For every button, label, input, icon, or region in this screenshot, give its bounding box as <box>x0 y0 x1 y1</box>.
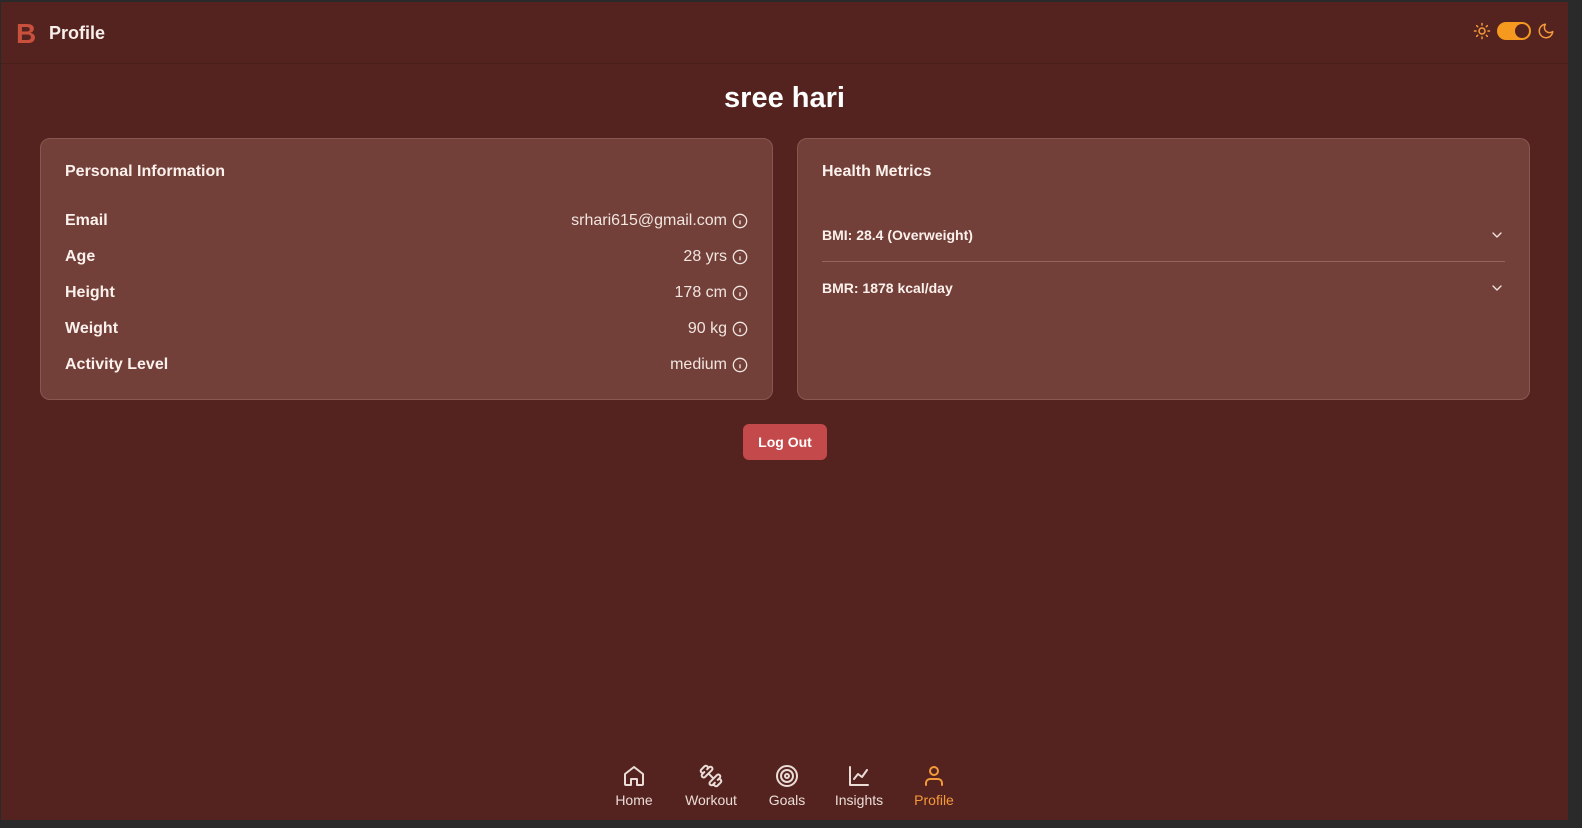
target-icon <box>775 760 799 792</box>
info-label: Email <box>65 212 108 229</box>
info-icon[interactable] <box>732 285 748 301</box>
app-window: B Profile sree hari Personal Information… <box>1 2 1568 820</box>
info-label: Age <box>65 248 96 265</box>
nav-label: Profile <box>914 792 954 808</box>
metric-bmr-accordion[interactable]: BMR: 1878 kcal/day <box>822 262 1505 314</box>
nav-item-home[interactable]: Home <box>599 760 669 816</box>
chart-icon <box>847 760 871 792</box>
theme-toggle[interactable] <box>1497 22 1531 40</box>
theme-toggle-group <box>1473 22 1555 40</box>
user-name: sree hari <box>724 82 845 114</box>
personal-info-card: Personal Information Email srhari615@gma… <box>40 138 773 400</box>
metric-bmi-accordion[interactable]: BMI: 28.4 (Overweight) <box>822 209 1505 261</box>
nav-label: Workout <box>685 792 737 808</box>
metric-label: BMI: 28.4 (Overweight) <box>822 227 973 243</box>
chevron-down-icon <box>1489 227 1505 243</box>
bottom-nav: Home Workout Goals Insights Profile <box>1 760 1568 820</box>
nav-item-workout[interactable]: Workout <box>676 760 746 816</box>
app-logo[interactable]: B <box>16 20 36 48</box>
dumbbell-icon <box>699 760 723 792</box>
chevron-down-icon <box>1489 280 1505 296</box>
info-icon[interactable] <box>732 249 748 265</box>
theme-toggle-knob <box>1515 24 1529 38</box>
nav-item-profile[interactable]: Profile <box>899 760 969 816</box>
info-icon[interactable] <box>732 357 748 373</box>
info-label: Weight <box>65 320 119 337</box>
top-bar: B Profile <box>1 2 1568 64</box>
nav-item-insights[interactable]: Insights <box>824 760 894 816</box>
info-row-email: Email srhari615@gmail.com <box>65 209 748 233</box>
info-row-activity-level: Activity Level medium <box>65 353 748 377</box>
info-value: 28 yrs <box>683 248 727 265</box>
nav-label: Insights <box>834 792 884 808</box>
moon-icon <box>1537 22 1555 40</box>
logout-button[interactable]: Log Out <box>743 424 827 460</box>
info-row-height: Height 178 cm <box>65 281 748 305</box>
user-icon <box>922 760 946 792</box>
metric-label: BMR: 1878 kcal/day <box>822 280 953 296</box>
info-row-age: Age 28 yrs <box>65 245 748 269</box>
info-label: Height <box>65 284 115 301</box>
health-metrics-card: Health Metrics BMI: 28.4 (Overweight) BM… <box>797 138 1530 400</box>
info-label: Activity Level <box>65 356 169 373</box>
info-value: medium <box>670 356 727 373</box>
info-row-weight: Weight 90 kg <box>65 317 748 341</box>
sun-icon <box>1473 22 1491 40</box>
nav-item-goals[interactable]: Goals <box>752 760 822 816</box>
nav-label: Goals <box>768 792 806 808</box>
info-icon[interactable] <box>732 213 748 229</box>
info-value: srhari615@gmail.com <box>571 212 727 229</box>
home-icon <box>622 760 646 792</box>
page-title: Profile <box>49 23 106 43</box>
nav-label: Home <box>615 792 653 808</box>
info-icon[interactable] <box>732 321 748 337</box>
info-value: 178 cm <box>674 284 727 301</box>
health-metrics-title: Health Metrics <box>822 163 932 180</box>
personal-info-title: Personal Information <box>65 163 226 180</box>
info-value: 90 kg <box>687 320 727 337</box>
